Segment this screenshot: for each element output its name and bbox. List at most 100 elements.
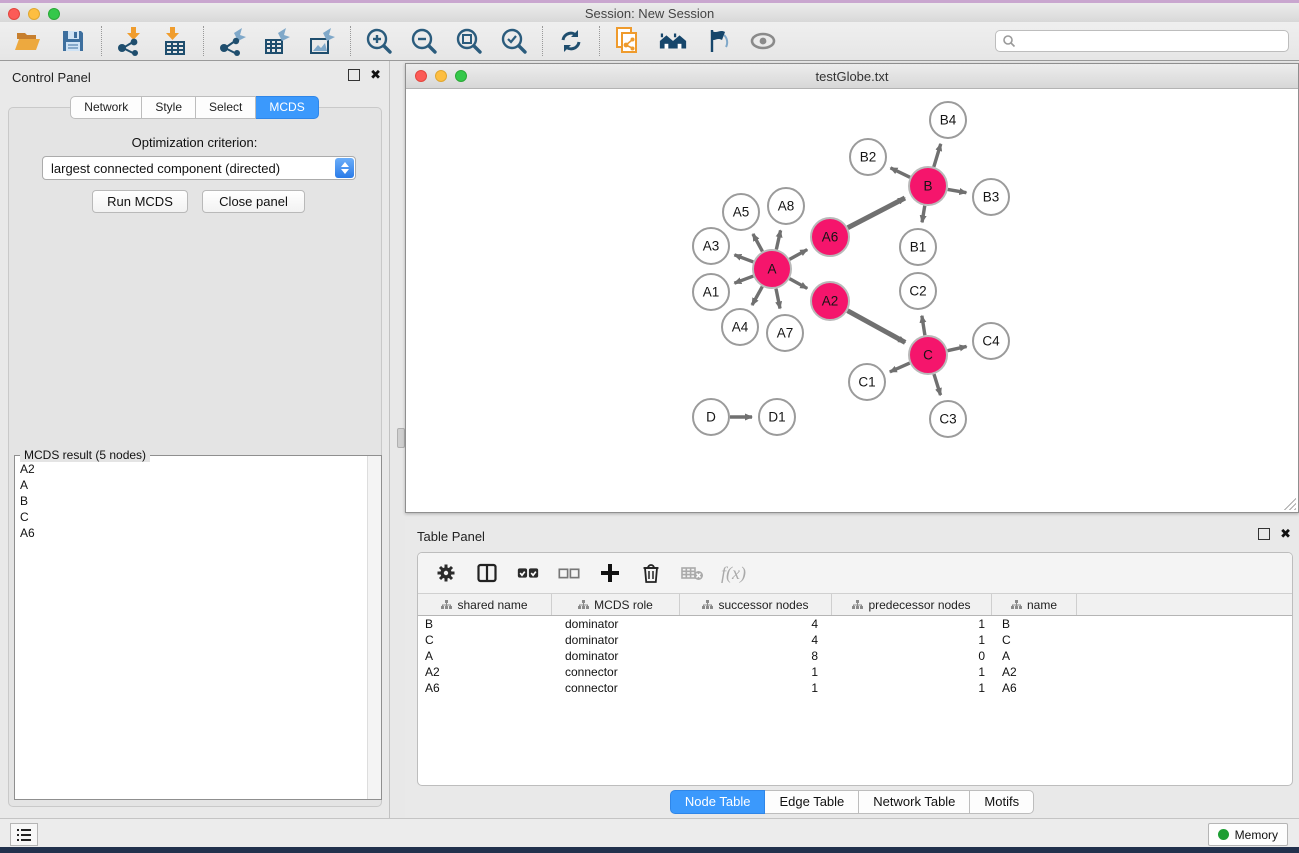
column-header-successor-nodes[interactable]: successor nodes (680, 594, 832, 615)
tab-network-table[interactable]: Network Table (859, 790, 970, 814)
network-graph-canvas[interactable]: B4B2BB3A8A5A6A3B1AA1C2A2A4A7C4CC1C3DD1 (407, 88, 1297, 511)
import-network-icon[interactable] (115, 26, 145, 56)
graph-node-A2[interactable]: A2 (811, 282, 849, 320)
criterion-dropdown[interactable]: largest connected component (directed) (42, 156, 356, 180)
tab-select[interactable]: Select (196, 96, 256, 119)
result-item[interactable]: A2 (16, 461, 367, 477)
save-icon[interactable] (58, 26, 88, 56)
result-item[interactable]: A (16, 477, 367, 493)
zoom-out-icon[interactable] (409, 26, 439, 56)
run-mcds-button[interactable]: Run MCDS (92, 190, 188, 213)
resize-grip-icon[interactable] (1284, 498, 1296, 510)
result-item[interactable]: C (16, 509, 367, 525)
split-divider-handle[interactable] (397, 428, 405, 448)
close-panel-button[interactable]: Close panel (202, 190, 305, 213)
edge-B-B4[interactable] (934, 144, 941, 167)
result-item[interactable]: B (16, 493, 367, 509)
graph-node-A6[interactable]: A6 (811, 218, 849, 256)
edge-A6-B[interactable] (848, 198, 905, 228)
edge-C-C4[interactable] (948, 346, 967, 350)
close-panel-icon[interactable]: ✖ (1280, 528, 1291, 540)
tab-network[interactable]: Network (70, 96, 142, 119)
graph-node-A4[interactable]: A4 (722, 309, 758, 345)
graph-node-A5[interactable]: A5 (723, 194, 759, 230)
edge-B-B3[interactable] (948, 189, 967, 192)
plus-icon[interactable] (598, 561, 622, 585)
table-row[interactable]: A2connector11A2 (418, 664, 1292, 680)
search-input[interactable] (1016, 33, 1288, 49)
graph-node-D[interactable]: D (693, 399, 729, 435)
graph-node-B3[interactable]: B3 (973, 179, 1009, 215)
table-row[interactable]: A6connector11A6 (418, 680, 1292, 696)
houses-icon[interactable] (658, 26, 688, 56)
zoom-fit-icon[interactable] (454, 26, 484, 56)
float-panel-icon[interactable] (1258, 528, 1270, 540)
edge-A-A3[interactable] (734, 255, 753, 262)
graph-node-A[interactable]: A (753, 250, 791, 288)
graph-node-B4[interactable]: B4 (930, 102, 966, 138)
tab-style[interactable]: Style (142, 96, 196, 119)
edge-B-B2[interactable] (891, 168, 910, 177)
column-header-name[interactable]: name (992, 594, 1077, 615)
eye-icon[interactable] (748, 26, 778, 56)
graph-node-D1[interactable]: D1 (759, 399, 795, 435)
edge-A-A2[interactable] (790, 279, 808, 289)
tab-edge-table[interactable]: Edge Table (765, 790, 859, 814)
edge-C-C1[interactable] (890, 363, 910, 372)
column-header-shared-name[interactable]: shared name (418, 594, 552, 615)
edge-A-A6[interactable] (790, 250, 808, 260)
result-item[interactable]: A6 (16, 525, 367, 541)
graph-node-C3[interactable]: C3 (930, 401, 966, 437)
import-table-icon[interactable] (160, 26, 190, 56)
graph-node-A1[interactable]: A1 (693, 274, 729, 310)
float-panel-icon[interactable] (348, 69, 360, 81)
edge-B-B1[interactable] (922, 206, 925, 223)
folder-open-icon[interactable] (13, 26, 43, 56)
edge-A-A1[interactable] (734, 276, 753, 283)
export-table-icon[interactable] (262, 26, 292, 56)
export-network-icon[interactable] (217, 26, 247, 56)
column-header-predecessor-nodes[interactable]: predecessor nodes (832, 594, 992, 615)
network-window-titlebar[interactable]: testGlobe.txt (406, 64, 1298, 89)
trash-icon[interactable] (639, 561, 663, 585)
edge-A-A5[interactable] (753, 234, 763, 251)
gear-icon[interactable] (434, 561, 458, 585)
graph-node-B[interactable]: B (909, 167, 947, 205)
graph-node-B1[interactable]: B1 (900, 229, 936, 265)
tab-node-table[interactable]: Node Table (670, 790, 766, 814)
table-row[interactable]: Adominator80A (418, 648, 1292, 664)
window-titlebar[interactable]: Session: New Session (0, 3, 1299, 23)
columns-icon[interactable] (475, 561, 499, 585)
graph-node-B2[interactable]: B2 (850, 139, 886, 175)
list-scrollbar[interactable] (367, 456, 381, 799)
function-icon[interactable]: f(x) (721, 563, 746, 584)
table-row[interactable]: Bdominator41B (418, 616, 1292, 632)
edge-A-A7[interactable] (776, 289, 780, 309)
graph-node-C4[interactable]: C4 (973, 323, 1009, 359)
zoom-in-icon[interactable] (364, 26, 394, 56)
column-header-MCDS-role[interactable]: MCDS role (552, 594, 680, 615)
zoom-selected-icon[interactable] (499, 26, 529, 56)
delete-column-icon[interactable] (680, 561, 704, 585)
close-panel-icon[interactable]: ✖ (370, 69, 381, 81)
copy-network-icon[interactable] (613, 26, 643, 56)
edge-A-A8[interactable] (776, 230, 780, 249)
graph-node-C2[interactable]: C2 (900, 273, 936, 309)
refresh-icon[interactable] (556, 26, 586, 56)
graph-node-C[interactable]: C (909, 336, 947, 374)
edge-A-A4[interactable] (752, 287, 762, 306)
graph-node-A8[interactable]: A8 (768, 188, 804, 224)
task-history-button[interactable] (10, 823, 38, 846)
edge-C-C2[interactable] (922, 316, 925, 336)
edge-A2-C[interactable] (848, 311, 906, 343)
memory-button[interactable]: Memory (1208, 823, 1288, 846)
unchecked-boxes-icon[interactable] (557, 561, 581, 585)
graph-node-A3[interactable]: A3 (693, 228, 729, 264)
tab-motifs[interactable]: Motifs (970, 790, 1034, 814)
graph-node-C1[interactable]: C1 (849, 364, 885, 400)
tab-mcds[interactable]: MCDS (256, 96, 318, 119)
edge-C-C3[interactable] (934, 374, 941, 395)
export-image-icon[interactable] (307, 26, 337, 56)
flag-icon[interactable] (703, 26, 733, 56)
table-row[interactable]: Cdominator41C (418, 632, 1292, 648)
